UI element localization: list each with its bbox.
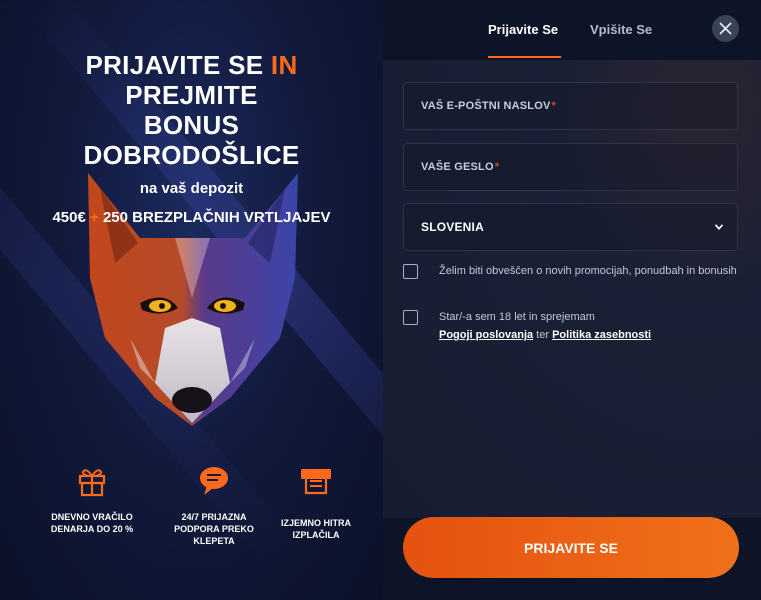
password-field[interactable]: VAŠE GESLO * [403, 143, 738, 191]
close-icon [719, 22, 732, 35]
feature-label: IZJEMNO HITRA IZPLAČILA [280, 518, 351, 540]
email-field[interactable]: VAŠ E-POŠTNI NASLOV * [403, 82, 738, 130]
auth-tabs: Prijavite Se Vpišite Se [383, 0, 761, 60]
active-tab-indicator [488, 56, 561, 58]
feature-payout: IZJEMNO HITRA IZPLAČILA [276, 464, 356, 541]
feature-label: DNEVNO VRAČILO DENARJA DO 20 % [50, 512, 134, 534]
feature-label: 24/7 PRIJAZNA PODPORA PREKO KLEPETA [174, 512, 254, 546]
country-select[interactable]: SLOVENIA [403, 203, 738, 251]
chat-bubble-icon [200, 467, 228, 495]
privacy-link[interactable]: Politika zasebnosti [552, 329, 651, 341]
promo-subtitle: na vaš depozit [139, 180, 244, 197]
required-mark: * [494, 161, 500, 173]
tab-login[interactable]: Prijavite Se [488, 22, 558, 37]
tab-register[interactable]: Vpišite Se [590, 22, 652, 37]
email-placeholder: VAŠ E-POŠTNI NASLOV [421, 100, 551, 112]
country-value: SLOVENIA [421, 220, 484, 234]
promo-headline: PRIJAVITE SE IN PREJMITE BONUS DOBRODOŠL… [83, 50, 300, 170]
promo-bonus: 450€ + 250 BREZPLAČNIH VRTLJAJEV [52, 209, 331, 226]
password-placeholder: VAŠE GESLO [421, 161, 494, 173]
promo-consent-label: Želim biti obveščen o novih promocijah, … [439, 265, 737, 277]
feature-cashback: DNEVNO VRAČILO DENARJA DO 20 % [40, 464, 144, 535]
login-submit-button[interactable]: PRIJAVITE SE [403, 517, 739, 578]
terms-consent-row: Star/-a sem 18 let in sprejemam Pogoji p… [403, 308, 743, 344]
close-button[interactable] [712, 15, 739, 42]
required-mark: * [551, 100, 556, 112]
gift-icon [78, 469, 106, 497]
promo-consent-checkbox[interactable] [403, 264, 418, 279]
auth-modal: PRIJAVITE SE IN PREJMITE BONUS DOBRODOŠL… [0, 0, 761, 600]
chevron-down-icon [715, 224, 723, 230]
feature-support: 24/7 PRIJAZNA PODPORA PREKO KLEPETA [162, 464, 266, 547]
promo-panel: PRIJAVITE SE IN PREJMITE BONUS DOBRODOŠL… [0, 0, 383, 600]
feature-list: DNEVNO VRAČILO DENARJA DO 20 % 24/7 PRIJ… [40, 464, 360, 574]
terms-link[interactable]: Pogoji poslovanja [439, 329, 533, 341]
terms-consent-checkbox[interactable] [403, 310, 418, 325]
promo-consent-row: Želim biti obveščen o novih promocijah, … [403, 262, 743, 280]
cash-out-icon [301, 469, 331, 495]
terms-consent-label: Star/-a sem 18 let in sprejemam Pogoji p… [439, 311, 652, 341]
login-form: VAŠ E-POŠTNI NASLOV * VAŠE GESLO * SLOVENI… [383, 60, 761, 518]
